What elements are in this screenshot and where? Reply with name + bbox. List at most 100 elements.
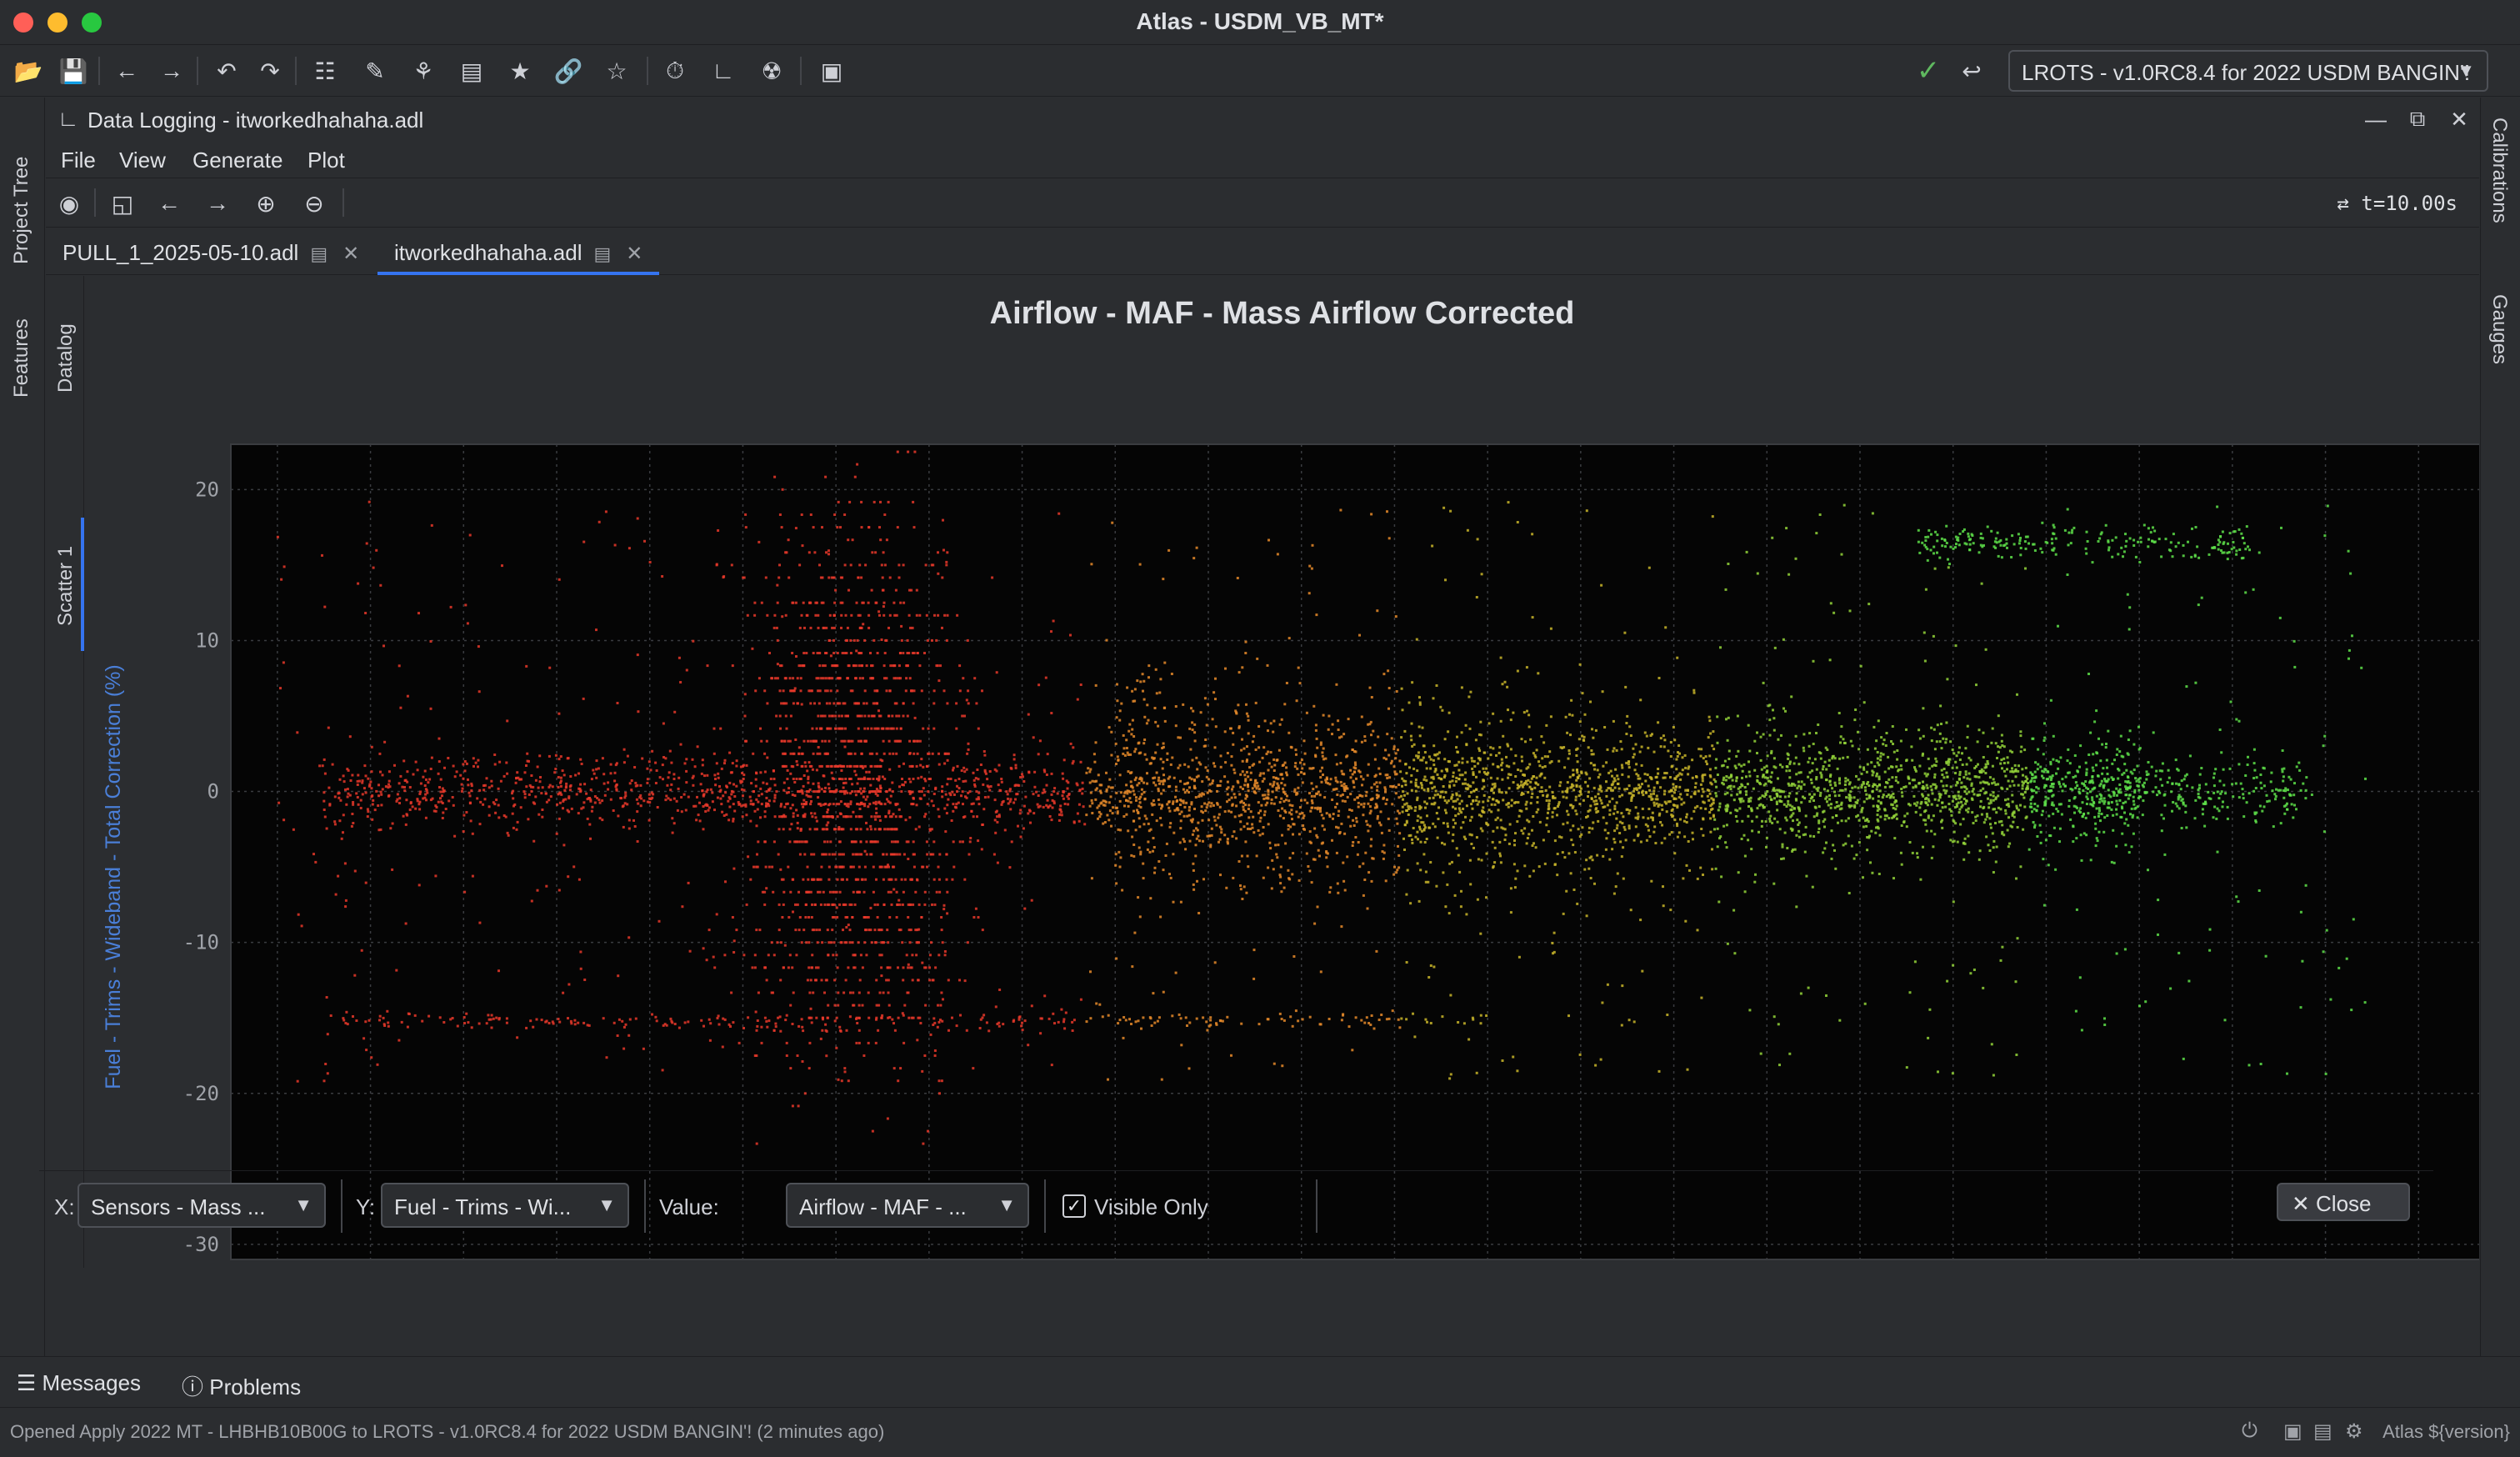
scatter-point bbox=[1670, 814, 1673, 817]
scatter-point bbox=[2101, 743, 2104, 746]
scatter-point bbox=[1632, 756, 1635, 759]
scatter-point bbox=[1965, 799, 1968, 803]
back-arrow-icon[interactable]: ← bbox=[108, 53, 145, 89]
menu-plot[interactable]: Plot bbox=[308, 148, 345, 173]
scatter-point bbox=[1503, 839, 1507, 841]
scatter-point bbox=[831, 626, 834, 629]
scatter-point bbox=[801, 792, 804, 795]
redo-icon[interactable]: ↷ bbox=[252, 53, 288, 89]
features-tab[interactable]: Features bbox=[10, 318, 33, 398]
scatter-point bbox=[873, 689, 877, 693]
scatter-point bbox=[883, 677, 886, 680]
scatter-point bbox=[1450, 795, 1453, 799]
scatter-point bbox=[993, 819, 997, 822]
scatter-point bbox=[888, 714, 891, 718]
scatter-point bbox=[1681, 769, 1684, 772]
scatter-point bbox=[2092, 804, 2095, 808]
scatter-point bbox=[1593, 803, 1597, 806]
chart-icon[interactable]: ∟ bbox=[705, 53, 742, 89]
compare-icon[interactable]: ▤ bbox=[453, 53, 490, 89]
menu-file[interactable]: File bbox=[61, 148, 96, 173]
modules-icon[interactable]: ☷ bbox=[307, 53, 343, 89]
scatter-point bbox=[878, 613, 881, 617]
scatter-point bbox=[1078, 819, 1081, 823]
close-icon[interactable]: ✕ bbox=[2442, 103, 2476, 136]
scatter-point bbox=[1448, 780, 1452, 784]
scatter-point bbox=[1368, 824, 1372, 828]
debug-bug-icon[interactable]: ☢ bbox=[753, 53, 790, 89]
scatter-point bbox=[836, 689, 839, 693]
save-icon[interactable]: 💾 bbox=[55, 53, 92, 89]
file-tab-active[interactable]: itworkedhahaha.adl ▤ ✕ bbox=[378, 228, 660, 275]
tree-icon[interactable]: ⚘ bbox=[405, 53, 442, 89]
scatter-point bbox=[1899, 764, 1902, 768]
scatter-point bbox=[1130, 854, 1133, 857]
scatter-point bbox=[1290, 813, 1293, 816]
scatter-point bbox=[2142, 781, 2146, 784]
scatter-point bbox=[1756, 775, 1759, 778]
back-arrow-icon[interactable]: ← bbox=[151, 185, 188, 222]
scatter-point bbox=[2152, 790, 2155, 794]
scatter-point bbox=[1317, 790, 1320, 794]
scatter-point bbox=[912, 803, 915, 806]
scatter-point bbox=[820, 979, 823, 982]
check-icon[interactable]: ✓ bbox=[1910, 53, 1947, 89]
scatter-point bbox=[1866, 782, 1868, 785]
file-tab[interactable]: PULL_1_2025-05-10.adl ▤ ✕ bbox=[46, 228, 376, 275]
scatter-point bbox=[938, 763, 941, 766]
datalog-tab[interactable]: Datalog bbox=[54, 323, 78, 393]
scatter-point bbox=[928, 979, 932, 982]
scatter-point bbox=[1024, 795, 1028, 799]
scatter-point bbox=[1677, 751, 1679, 754]
scatter-point bbox=[1017, 824, 1019, 828]
scatter-point bbox=[511, 792, 513, 795]
scatter-point bbox=[2051, 801, 2054, 804]
scatter-point bbox=[902, 601, 906, 604]
profile-select[interactable]: LROTS - v1.0RC8.4 for 2022 USDM BANGIN'!… bbox=[2008, 50, 2488, 92]
scatter-point bbox=[1896, 758, 1899, 761]
revert-arrow-icon[interactable]: ↩ bbox=[1953, 53, 1990, 89]
scatter-point bbox=[1796, 819, 1799, 822]
record-icon[interactable]: ◉ bbox=[51, 185, 88, 222]
close-icon[interactable]: ✕ bbox=[626, 243, 642, 265]
restore-icon[interactable]: ⧉ bbox=[2401, 103, 2434, 136]
link-icon[interactable]: 🔗 bbox=[550, 53, 587, 89]
project-tree-tab[interactable]: Project Tree bbox=[10, 157, 33, 264]
minimize-icon[interactable]: — bbox=[2359, 103, 2392, 136]
menu-generate[interactable]: Generate bbox=[192, 148, 282, 173]
forward-arrow-icon[interactable]: → bbox=[153, 53, 190, 89]
scatter-point bbox=[698, 819, 702, 823]
scatter-point bbox=[1346, 855, 1349, 859]
favorite-star-icon[interactable]: ☆ bbox=[598, 53, 635, 89]
gauges-tab[interactable]: Gauges bbox=[2488, 294, 2511, 364]
chip-icon[interactable]: ▣ bbox=[813, 53, 850, 89]
scatter-point bbox=[1424, 806, 1427, 809]
scatter-tab[interactable]: Scatter 1 bbox=[54, 546, 78, 626]
scatter-point bbox=[886, 828, 889, 831]
graph-icon[interactable]: ★ bbox=[502, 53, 538, 89]
scatter-plot[interactable]: 0.60.70.80.911.11.21.31.41.51.61.71.81.9… bbox=[85, 276, 2479, 1268]
scatter-point bbox=[1881, 796, 1884, 799]
zoom-out-icon[interactable]: ⊖ bbox=[296, 185, 332, 222]
forward-arrow-icon[interactable]: → bbox=[199, 185, 236, 222]
edit-document-icon[interactable]: ✎ bbox=[357, 53, 393, 89]
scatter-point bbox=[555, 832, 558, 835]
scatter-point bbox=[1790, 784, 1793, 787]
scatter-point bbox=[1058, 813, 1061, 816]
scatter-point bbox=[845, 714, 848, 718]
calibrations-tab[interactable]: Calibrations bbox=[2488, 118, 2511, 223]
scatter-point bbox=[923, 1054, 927, 1057]
scatter-point bbox=[1171, 756, 1174, 759]
close-icon[interactable]: ✕ bbox=[342, 243, 359, 265]
datalog-icon[interactable]: ⏱ bbox=[657, 53, 693, 89]
scatter-point bbox=[844, 778, 848, 780]
scatter-point bbox=[388, 770, 391, 774]
scatter-point bbox=[1052, 790, 1056, 793]
fit-view-icon[interactable]: ◱ bbox=[104, 185, 141, 222]
scatter-point bbox=[868, 778, 872, 780]
scatter-point bbox=[692, 774, 695, 778]
zoom-in-icon[interactable]: ⊕ bbox=[248, 185, 284, 222]
open-folder-icon[interactable]: 📂 bbox=[10, 53, 47, 89]
undo-icon[interactable]: ↶ bbox=[208, 53, 245, 89]
menu-view[interactable]: View bbox=[119, 148, 166, 173]
